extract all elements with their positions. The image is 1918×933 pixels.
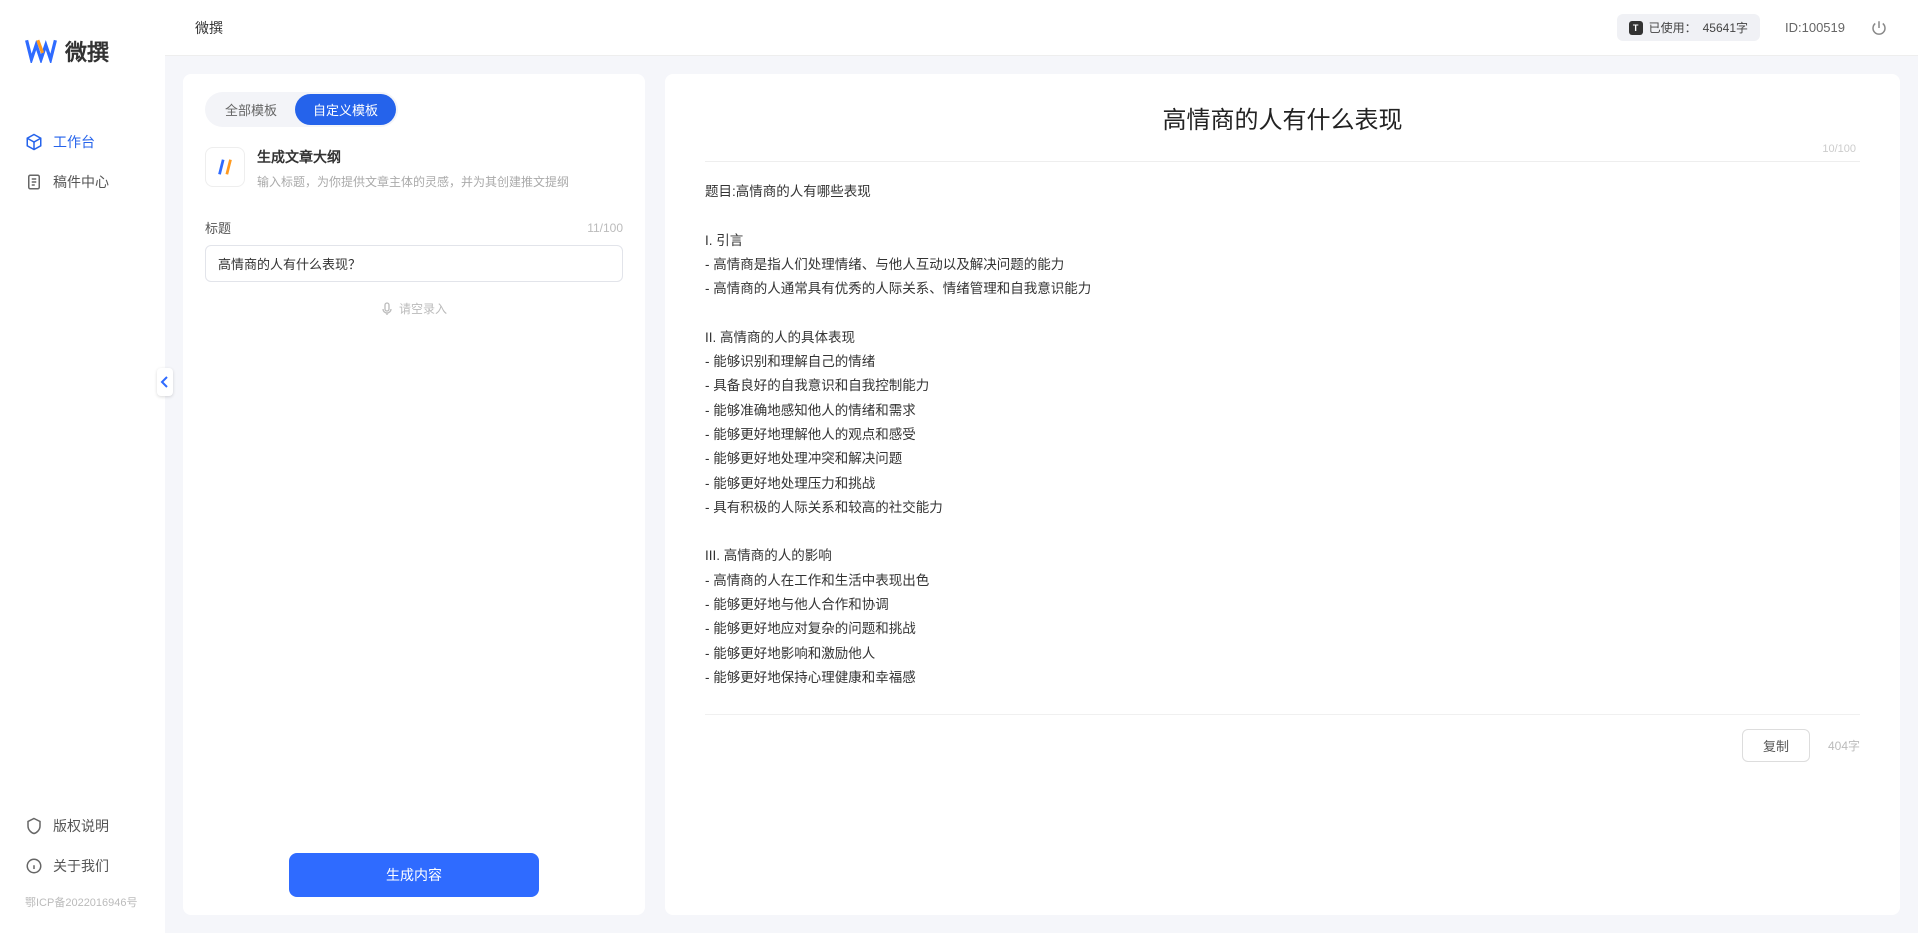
template-tabs: 全部模板 自定义模板 [205, 92, 398, 127]
input-panel: 全部模板 自定义模板 生成文章大纲 输入标题，为你提供文章主体的灵感，并为其创建… [183, 74, 645, 915]
doc-title: 高情商的人有什么表现 [705, 100, 1860, 135]
topbar: 微撰 T 已使用： 45641字 ID:100519 [165, 0, 1918, 56]
text-badge-icon: T [1629, 21, 1643, 35]
title-char-count: 11/100 [587, 221, 623, 235]
usage-label: 已使用： [1649, 19, 1697, 36]
sidebar-item-label: 工作台 [53, 132, 95, 152]
logo-text: 微撰 [65, 35, 109, 67]
sidebar-item-copyright[interactable]: 版权说明 [0, 806, 165, 846]
sidebar: 微撰 工作台 稿件中心 版权说明 关于我们 鄂ICP备2022016946号 [0, 0, 165, 933]
main-area: 微撰 T 已使用： 45641字 ID:100519 全部模板 自定义模板 [165, 0, 1918, 933]
chevron-left-icon [160, 376, 170, 388]
doc-body[interactable]: 题目:高情商的人有哪些表现 I. 引言 - 高情商是指人们处理情绪、与他人互动以… [705, 180, 1860, 700]
voice-input-label: 请空录入 [399, 300, 447, 317]
template-card: 生成文章大纲 输入标题，为你提供文章主体的灵感，并为其创建推文提纲 [205, 147, 623, 190]
mic-icon [381, 302, 393, 316]
title-field-header: 标题 11/100 [205, 218, 623, 237]
topbar-right: T 已使用： 45641字 ID:100519 [1617, 14, 1888, 41]
sidebar-item-label: 版权说明 [53, 816, 109, 836]
icp-footer: 鄂ICP备2022016946号 [0, 886, 165, 918]
template-card-text: 生成文章大纲 输入标题，为你提供文章主体的灵感，并为其创建推文提纲 [257, 147, 569, 190]
template-card-desc: 输入标题，为你提供文章主体的灵感，并为其创建推文提纲 [257, 173, 569, 190]
info-icon [25, 857, 43, 875]
doc-title-count: 10/100 [705, 143, 1860, 155]
cube-icon [25, 133, 43, 151]
sidebar-item-label: 关于我们 [53, 856, 109, 876]
voice-input-row[interactable]: 请空录入 [205, 300, 623, 317]
title-label: 标题 [205, 218, 231, 237]
collapse-sidebar-button[interactable] [157, 368, 173, 396]
power-icon[interactable] [1870, 19, 1888, 37]
user-id: ID:100519 [1785, 20, 1845, 35]
generate-button[interactable]: 生成内容 [289, 853, 540, 897]
tab-custom-templates[interactable]: 自定义模板 [295, 94, 396, 125]
sidebar-bottom: 版权说明 关于我们 鄂ICP备2022016946号 [0, 806, 165, 918]
output-panel: 高情商的人有什么表现 10/100 题目:高情商的人有哪些表现 I. 引言 - … [665, 74, 1900, 915]
logo-icon [25, 37, 57, 65]
doc-footer: 复制 404字 [705, 714, 1860, 762]
tab-all-templates[interactable]: 全部模板 [207, 94, 295, 125]
sidebar-item-label: 稿件中心 [53, 172, 109, 192]
divider [705, 161, 1860, 162]
sidebar-item-about[interactable]: 关于我们 [0, 846, 165, 886]
copy-button[interactable]: 复制 [1742, 729, 1810, 762]
content: 全部模板 自定义模板 生成文章大纲 输入标题，为你提供文章主体的灵感，并为其创建… [165, 56, 1918, 933]
shield-icon [25, 817, 43, 835]
usage-value: 45641字 [1703, 19, 1748, 36]
title-input[interactable] [205, 245, 623, 282]
template-card-title: 生成文章大纲 [257, 147, 569, 167]
sidebar-item-workspace[interactable]: 工作台 [0, 122, 165, 162]
document-icon [25, 173, 43, 191]
usage-pill: T 已使用： 45641字 [1617, 14, 1760, 41]
output-word-count: 404字 [1828, 737, 1860, 754]
sidebar-item-drafts[interactable]: 稿件中心 [0, 162, 165, 202]
app-root: 微撰 工作台 稿件中心 版权说明 关于我们 鄂ICP备2022016946号 [0, 0, 1918, 933]
template-card-icon [205, 147, 245, 187]
app-logo: 微撰 [0, 35, 165, 67]
page-title: 微撰 [195, 18, 223, 38]
